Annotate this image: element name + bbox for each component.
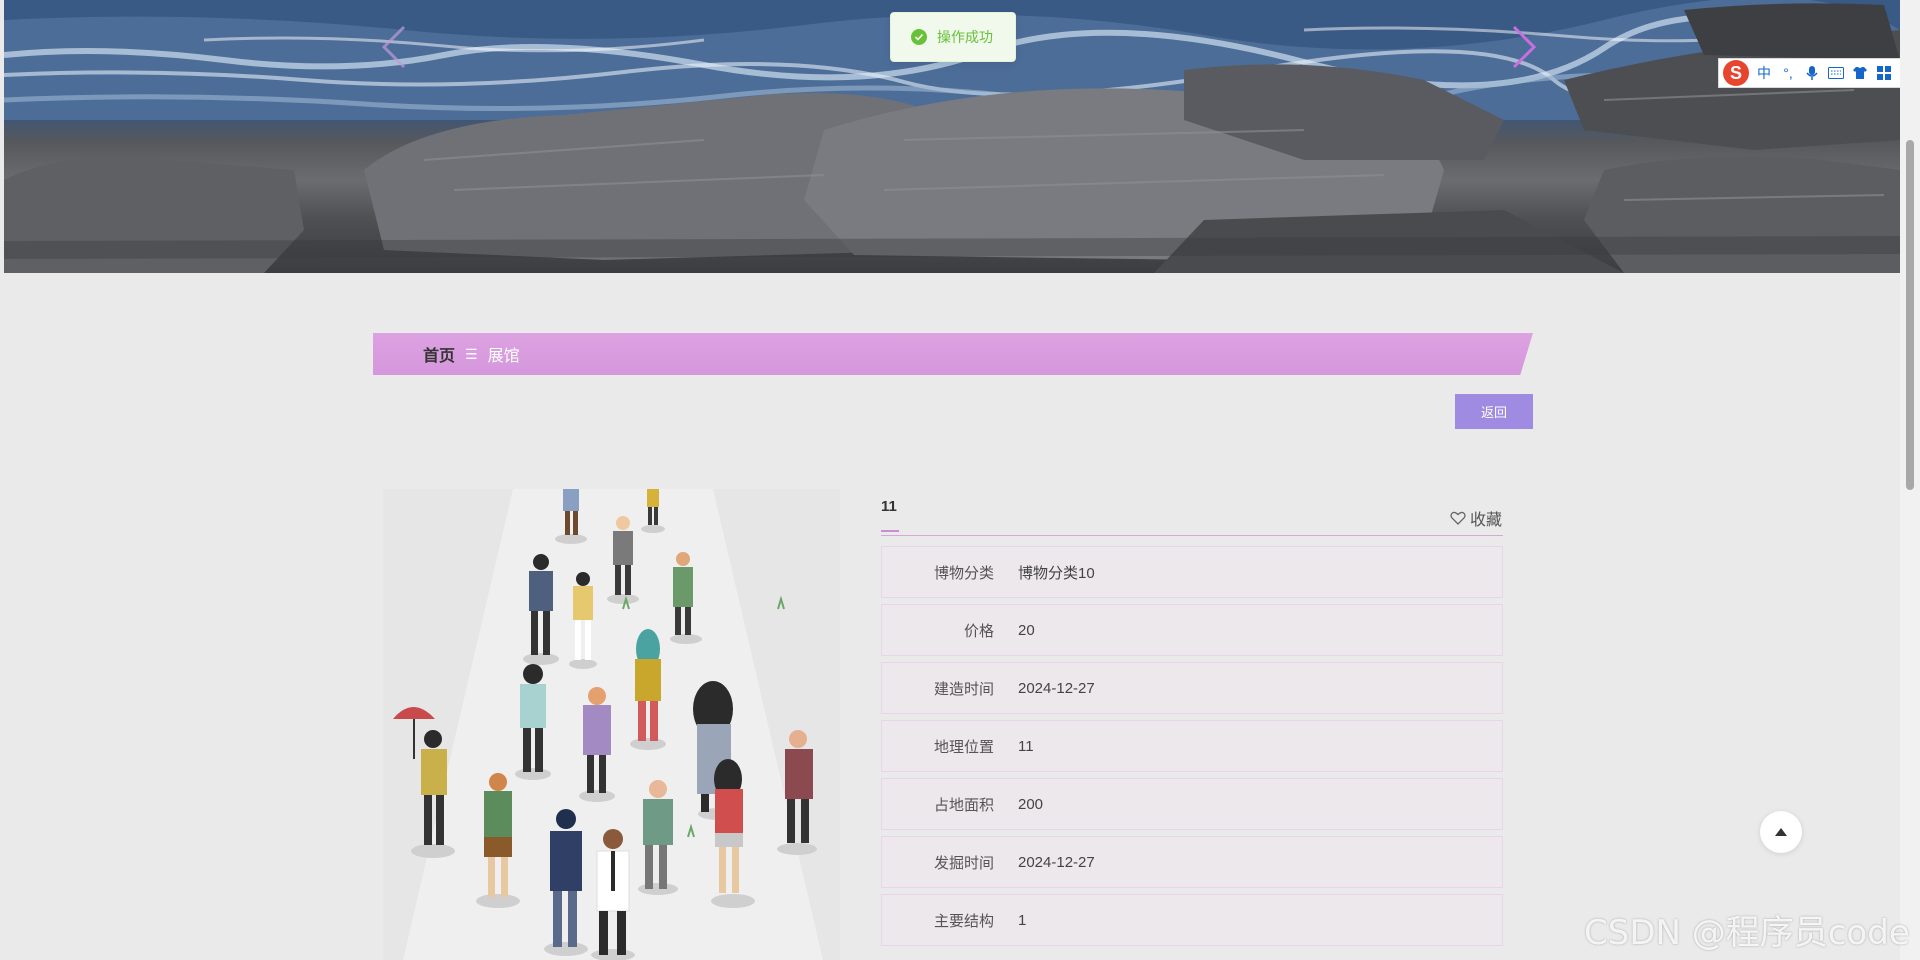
ime-punct-toggle[interactable]: °, <box>1779 64 1797 82</box>
field-value: 2024-12-27 <box>1018 853 1095 871</box>
field-label: 博物分类 <box>933 564 994 582</box>
success-toast: 操作成功 <box>890 12 1016 62</box>
detail-row: 地理位置 11 <box>881 720 1503 772</box>
banner-next-arrow[interactable] <box>1504 22 1544 72</box>
banner-prev-arrow[interactable] <box>374 22 414 72</box>
toast-message: 操作成功 <box>937 29 993 45</box>
field-value: 200 <box>1018 795 1044 813</box>
scrollbar-thumb[interactable] <box>1906 140 1914 490</box>
detail-fields: 博物分类 博物分类10 价格 20 建造时间 2024-12-27 地理位置 1… <box>881 546 1503 952</box>
keyboard-icon[interactable] <box>1827 64 1845 82</box>
favorite-label: 收藏 <box>1470 512 1503 529</box>
breadcrumb: 首页 ☰ 展馆 <box>373 333 1533 375</box>
field-label: 发掘时间 <box>933 854 994 872</box>
field-label: 价格 <box>963 622 994 640</box>
favorite-button[interactable]: 收藏 <box>1450 506 1502 530</box>
exhibit-title: 11 <box>881 498 897 515</box>
grid-menu-icon[interactable] <box>1875 64 1893 82</box>
skin-shirt-icon[interactable] <box>1851 64 1869 82</box>
field-label: 建造时间 <box>933 680 994 698</box>
chevron-right-icon <box>1512 25 1537 69</box>
check-circle-icon <box>911 29 927 45</box>
heart-icon <box>1450 511 1466 525</box>
back-button[interactable]: 返回 <box>1455 394 1533 429</box>
field-value: 20 <box>1018 621 1035 639</box>
field-label: 地理位置 <box>933 738 994 756</box>
detail-row: 占地面积 200 <box>881 778 1503 830</box>
crowd-illustration <box>383 489 840 960</box>
back-to-top-button[interactable] <box>1760 811 1802 853</box>
detail-row: 主要结构 1 <box>881 894 1503 946</box>
detail-row: 博物分类 博物分类10 <box>881 546 1503 598</box>
field-value: 2024-12-27 <box>1018 679 1095 697</box>
detail-row: 价格 20 <box>881 604 1503 656</box>
sogou-logo-icon[interactable]: S <box>1723 60 1749 86</box>
detail-row: 建造时间 2024-12-27 <box>881 662 1503 714</box>
title-underline <box>881 530 899 532</box>
microphone-icon[interactable] <box>1803 64 1821 82</box>
ime-mode-toggle[interactable]: 中 <box>1755 64 1773 82</box>
breadcrumb-separator-icon: ☰ <box>465 345 478 362</box>
detail-row: 发掘时间 2024-12-27 <box>881 836 1503 888</box>
field-label: 占地面积 <box>933 796 994 814</box>
watermark: CSDN @程序员code <box>1584 913 1910 953</box>
caret-up-icon <box>1775 828 1787 836</box>
field-value: 1 <box>1018 911 1027 929</box>
field-value: 博物分类10 <box>1018 564 1095 582</box>
field-value: 11 <box>1018 737 1034 755</box>
chevron-left-icon <box>381 25 406 69</box>
breadcrumb-current: 展馆 <box>487 348 520 365</box>
title-divider <box>881 535 1503 536</box>
page-scrollbar[interactable] <box>1900 0 1920 960</box>
exhibit-image <box>383 489 840 960</box>
ime-toolbar: S 中 °, <box>1718 58 1920 88</box>
breadcrumb-home-link[interactable]: 首页 <box>423 342 455 366</box>
field-label: 主要结构 <box>933 912 994 930</box>
